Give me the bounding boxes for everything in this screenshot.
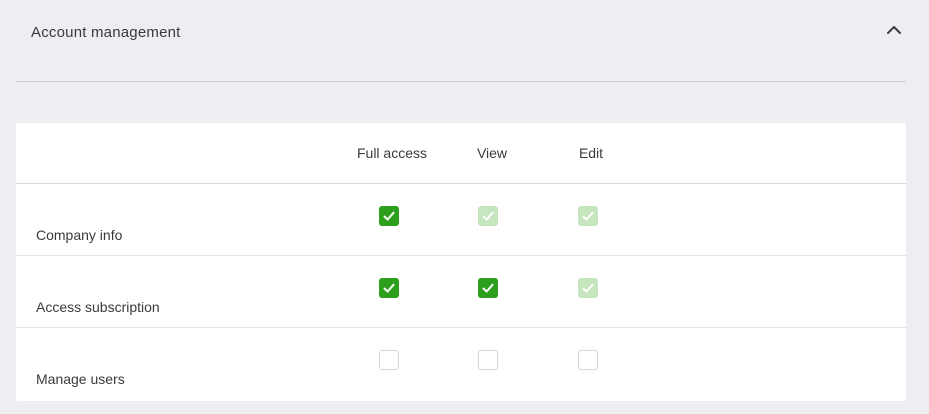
view-checkbox bbox=[478, 206, 498, 226]
table-header: Full access View Edit bbox=[16, 123, 906, 184]
section-title: Account management bbox=[31, 24, 181, 41]
checkmark-icon bbox=[482, 283, 494, 293]
chevron-up-icon bbox=[887, 26, 901, 34]
row-label: Manage users bbox=[36, 371, 125, 387]
table-row: Manage users bbox=[16, 328, 906, 400]
row-label: Company info bbox=[36, 227, 123, 243]
checkmark-icon bbox=[383, 283, 395, 293]
view-checkbox bbox=[478, 350, 498, 370]
full-access-checkbox[interactable] bbox=[379, 278, 399, 298]
collapse-toggle-button[interactable] bbox=[882, 18, 906, 42]
table-row: Company info bbox=[16, 184, 906, 256]
view-checkbox[interactable] bbox=[478, 278, 498, 298]
edit-checkbox bbox=[578, 278, 598, 298]
full-access-checkbox bbox=[379, 350, 399, 370]
section-header: Account management bbox=[16, 0, 906, 82]
full-access-checkbox[interactable] bbox=[379, 206, 399, 226]
checkmark-icon bbox=[383, 211, 395, 221]
column-header-edit: Edit bbox=[578, 145, 604, 161]
edit-checkbox bbox=[578, 350, 598, 370]
edit-checkbox bbox=[578, 206, 598, 226]
permissions-table: Full access View Edit Company info Acces… bbox=[16, 123, 906, 401]
column-header-full-access: Full access bbox=[356, 145, 428, 161]
checkmark-icon bbox=[482, 211, 494, 221]
table-row: Access subscription bbox=[16, 256, 906, 328]
checkmark-icon bbox=[582, 211, 594, 221]
column-header-view: View bbox=[476, 145, 508, 161]
checkmark-icon bbox=[582, 283, 594, 293]
row-label: Access subscription bbox=[36, 299, 160, 315]
